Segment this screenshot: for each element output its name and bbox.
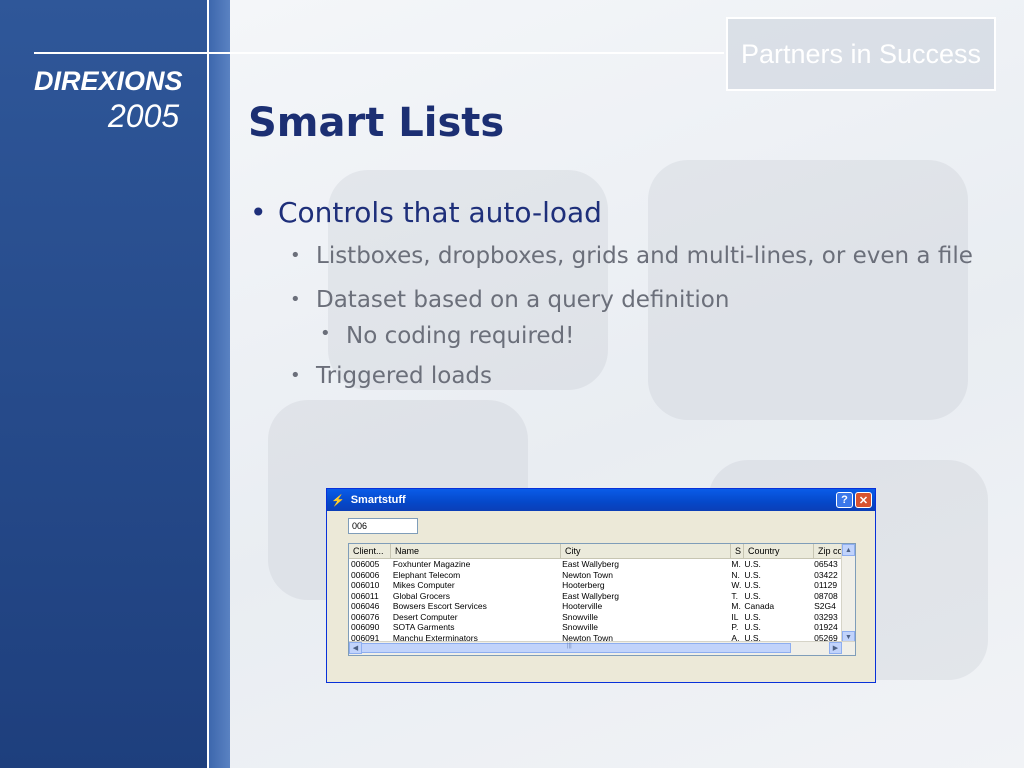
grid-body: 006005 Foxhunter Magazine East Wallyberg M.…	[349, 559, 842, 654]
cell-client: 006005	[351, 559, 380, 569]
table-row[interactable]: 006090 SOTA Garments Snowville P. U.S. 01924	[349, 622, 842, 633]
cell-country: U.S.	[744, 569, 761, 580]
cell-zip: 06543	[814, 559, 838, 569]
bullet-list: • Controls that auto-load • Listboxes, d…	[250, 196, 1000, 393]
table-row[interactable]: 006005 Foxhunter Magazine East Wallyberg M.…	[349, 559, 842, 570]
cell-zip: 01129	[814, 580, 838, 590]
sidebar-stripe	[207, 0, 230, 768]
cell-state: P.	[731, 622, 739, 632]
bullet-text: Controls that auto-load	[278, 196, 602, 229]
bullet-text: Triggered loads	[316, 363, 493, 389]
horizontal-scroll-thumb[interactable]: |||	[361, 643, 791, 653]
cell-city: Snowville	[562, 611, 599, 622]
bullet-icon: •	[290, 289, 301, 310]
logo-brand: DIREXIONS	[34, 66, 183, 96]
cell-zip: 03422	[814, 569, 838, 580]
logo-year: 2005	[108, 98, 180, 134]
cell-zip: 03293	[814, 611, 838, 622]
cell-name: Global Grocers	[392, 590, 450, 601]
cell-state: W.	[731, 580, 742, 590]
cell-name: Mikes Computer	[392, 580, 455, 590]
header-rule	[34, 52, 724, 54]
bullet-icon: •	[290, 365, 301, 386]
cell-city: Snowville	[562, 622, 599, 632]
cell-country: U.S.	[744, 559, 761, 569]
horizontal-scrollbar[interactable]: ◀ ||| ▶	[349, 641, 855, 655]
slide-title: Smart Lists	[248, 100, 505, 146]
cell-zip: 08708	[814, 590, 838, 601]
bullet-item: • No coding required!	[320, 323, 1000, 349]
cell-zip: S2G4	[814, 601, 836, 611]
column-header-name[interactable]: Name	[391, 544, 561, 558]
cell-client: 006011	[351, 590, 379, 601]
cell-client: 006046	[351, 601, 380, 611]
results-grid[interactable]: Client... Name City S Country Zip co 006…	[348, 543, 856, 656]
window-controls: ? ✕	[836, 492, 872, 508]
cell-name: Bowsers Escort Services	[392, 601, 487, 611]
grip-icon: |||	[567, 643, 572, 649]
cell-city: East Wallyberg	[562, 559, 619, 569]
cell-country: U.S.	[744, 580, 761, 590]
cell-state: T.	[731, 590, 739, 601]
cell-state: IL	[731, 611, 739, 622]
cell-state: M.	[731, 601, 741, 611]
bullet-item: • Controls that auto-load	[250, 196, 1000, 229]
bullet-icon: •	[250, 196, 267, 229]
cell-city: East Wallyberg	[562, 590, 619, 601]
column-header-country[interactable]: Country	[744, 544, 814, 558]
bullet-item: • Dataset based on a query definition	[290, 283, 1000, 317]
cell-state: N.	[731, 569, 740, 580]
cell-client: 006076	[351, 611, 380, 622]
column-header-client[interactable]: Client...	[349, 544, 391, 558]
cell-client: 006006	[351, 569, 380, 580]
cell-client: 006090	[351, 622, 380, 632]
help-button[interactable]: ?	[836, 492, 853, 508]
bullet-icon: •	[320, 323, 331, 344]
bullet-text: Listboxes, dropboxes, grids and multi-li…	[316, 243, 973, 269]
vertical-scrollbar[interactable]: ▲ ▼	[841, 544, 855, 643]
column-header-zip[interactable]: Zip co	[814, 544, 844, 558]
arrow-right-icon[interactable]: ▶	[829, 642, 842, 654]
window-titlebar[interactable]: ⚡ Smartstuff ? ✕	[327, 489, 875, 511]
table-row[interactable]: 006010 Mikes Computer Hooterberg W. U.S. 0112…	[349, 580, 842, 591]
table-row[interactable]: 006076 Desert Computer Snowville IL U.S. 0329…	[349, 612, 842, 623]
table-row[interactable]: 006046 Bowsers Escort Services Hooterville…	[349, 601, 842, 612]
cell-zip: 01924	[814, 622, 838, 632]
cell-name: Foxhunter Magazine	[392, 559, 471, 569]
bullet-icon: •	[290, 245, 301, 266]
bullet-item: • Listboxes, dropboxes, grids and multi-…	[290, 239, 1000, 273]
smartstuff-app-icon: ⚡	[331, 494, 345, 507]
column-header-state[interactable]: S	[731, 544, 744, 558]
cell-country: U.S.	[744, 611, 761, 622]
bullet-item: • Triggered loads	[290, 359, 1000, 393]
smartstuff-window: ⚡ Smartstuff ? ✕ Client... Name City S C…	[326, 488, 876, 683]
cell-country: U.S.	[744, 622, 761, 632]
grid-header: Client... Name City S Country Zip co	[349, 544, 855, 559]
window-title: Smartstuff	[350, 494, 406, 506]
cell-city: Newton Town	[562, 569, 613, 580]
cell-city: Hooterberg	[562, 580, 605, 590]
cell-name: Desert Computer	[392, 611, 458, 622]
column-header-city[interactable]: City	[561, 544, 731, 558]
cell-name: Elephant Telecom	[392, 569, 461, 580]
cell-name: SOTA Garments	[392, 622, 455, 632]
cell-client: 006010	[351, 580, 380, 590]
cell-state: M.	[731, 559, 741, 569]
cell-city: Hooterville	[562, 601, 603, 611]
table-row[interactable]: 006006 Elephant Telecom Newton Town N. U.S. 0…	[349, 570, 842, 581]
cell-country: Canada	[744, 601, 775, 611]
bullet-text: No coding required!	[346, 323, 575, 349]
cell-country: U.S.	[744, 590, 761, 601]
partner-tagline: Partners in Success	[726, 17, 996, 91]
arrow-up-icon[interactable]: ▲	[842, 544, 855, 556]
bullet-text: Dataset based on a query definition	[316, 287, 730, 313]
search-input[interactable]	[348, 518, 418, 534]
close-button[interactable]: ✕	[855, 492, 872, 508]
table-row[interactable]: 006011 Global Grocers East Wallyberg T. U.S.…	[349, 591, 842, 602]
